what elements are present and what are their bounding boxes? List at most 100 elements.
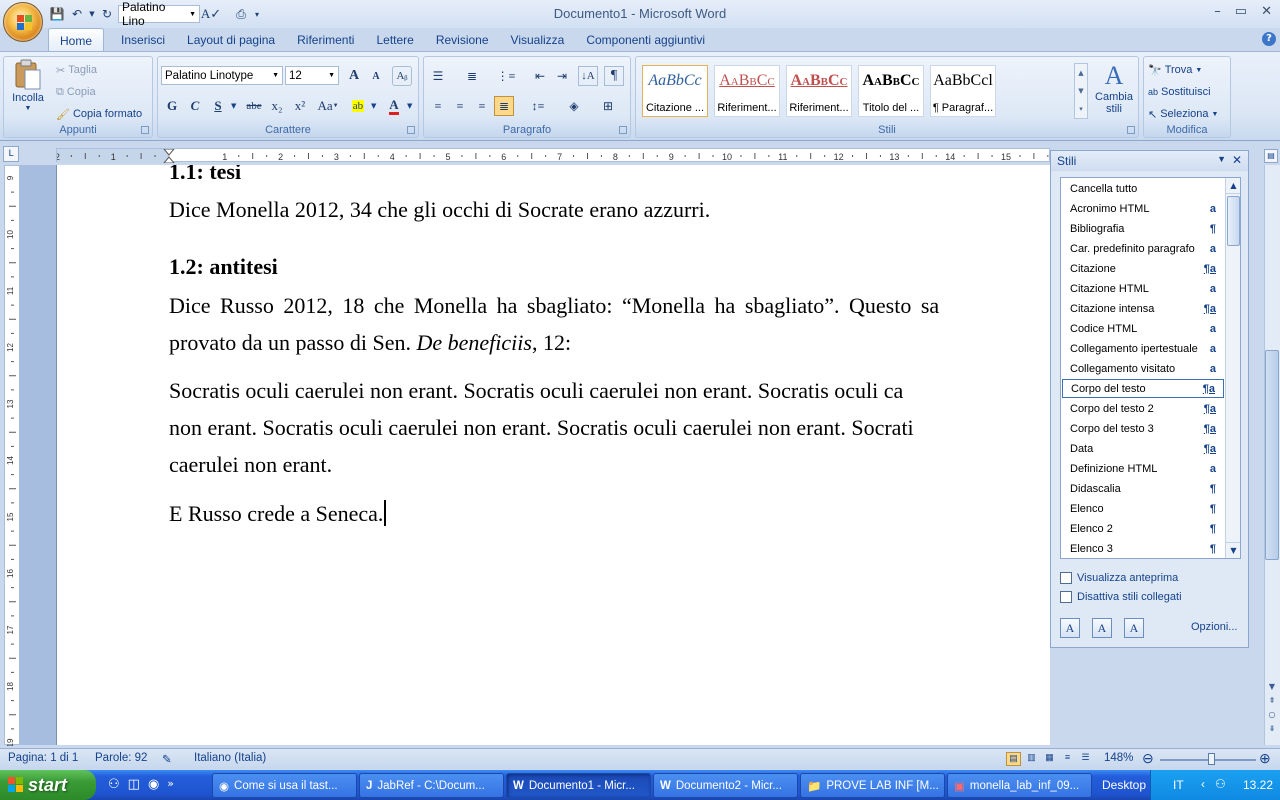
style-list-item[interactable]: Collegamento ipertestuale a — [1062, 339, 1224, 358]
pane-close-icon[interactable]: ✕ — [1232, 153, 1242, 167]
paragraph-1[interactable]: Dice Monella 2012, 34 che gli occhi di S… — [169, 197, 710, 223]
preview-checkbox-row[interactable]: Visualizza anteprima — [1060, 572, 1178, 584]
style-tile-1[interactable]: AaBbCc Citazione ... — [642, 65, 708, 117]
tab-mailings[interactable]: Lettere — [365, 28, 424, 52]
new-style-icon[interactable]: A — [1060, 618, 1080, 638]
draft-icon[interactable]: ☰ — [1078, 752, 1093, 766]
clear-formatting-icon[interactable]: Aᵦ — [392, 66, 412, 86]
quote-line-1[interactable]: Socratis oculi caerulei non erant. Socra… — [169, 378, 903, 404]
superscript-button[interactable]: x² — [290, 96, 310, 116]
print-layout-icon[interactable]: ▤ — [1006, 752, 1021, 766]
style-tile-2[interactable]: AaBbCc Riferiment... — [714, 65, 780, 117]
borders-icon[interactable]: ⊞ — [594, 96, 622, 116]
decrease-indent-icon[interactable]: ⇤ — [530, 66, 550, 86]
redo-icon[interactable]: ↻ — [98, 5, 116, 23]
style-tile-3[interactable]: AaBbCc Riferiment... — [786, 65, 852, 117]
taskbar-item-word-1[interactable]: W Documento1 - Micr... — [506, 773, 651, 798]
align-left-icon[interactable]: ≡ — [428, 96, 448, 116]
full-screen-icon[interactable]: ▥ — [1024, 752, 1039, 766]
change-styles-button[interactable]: A Cambia stili — [1092, 61, 1136, 123]
paragraph-3[interactable]: E Russo crede a Seneca. — [169, 500, 387, 527]
disable-linked-checkbox[interactable] — [1060, 591, 1072, 603]
zoom-level[interactable]: 148% — [1104, 752, 1133, 764]
pane-menu-icon[interactable]: ▼ — [1217, 154, 1226, 164]
start-button[interactable]: start — [0, 770, 96, 800]
zoom-out-icon[interactable]: ⊖ — [1142, 750, 1154, 767]
style-list-item[interactable]: Didascalia ¶ — [1062, 479, 1224, 498]
style-list-item[interactable]: Elenco 3 ¶ — [1062, 539, 1224, 558]
tray-expand-icon[interactable]: ‹ — [1201, 777, 1205, 791]
taskbar-item-pdf[interactable]: ▣ monella_lab_inf_09... — [947, 773, 1092, 798]
next-page-icon[interactable]: ⇟ — [1265, 722, 1279, 736]
paragraph-2-line-2[interactable]: provato da un passo di Sen. De beneficii… — [169, 330, 571, 356]
subscript-button[interactable]: x₂ — [267, 96, 287, 116]
minimize-button[interactable]: – — [1214, 4, 1221, 19]
language-bar[interactable]: IT — [1173, 778, 1184, 792]
desktop-toolbar[interactable]: Desktop — [1102, 778, 1146, 792]
horizontal-ruler[interactable]: 2 1 1 2 3 4 5 6 7 8 9 10 11 12 13 14 15 — [56, 148, 1050, 163]
style-list-item[interactable]: Definizione HTML a — [1062, 459, 1224, 478]
expand-icon[interactable]: » — [167, 777, 174, 792]
prev-page-icon[interactable]: ⇞ — [1265, 694, 1279, 708]
font-color-button[interactable]: A — [384, 96, 404, 116]
font-name-combo[interactable]: Palatino Linotype ▼ — [161, 66, 283, 85]
select-button[interactable]: ↖ Seleziona ▼ — [1148, 104, 1218, 124]
styles-list-thumb[interactable] — [1227, 196, 1240, 246]
outline-icon[interactable]: ≡ — [1060, 752, 1075, 766]
style-list-item[interactable]: Codice HTML a — [1062, 319, 1224, 338]
styles-launcher-icon[interactable] — [1127, 126, 1135, 134]
customize-qat-icon[interactable]: ▾ — [252, 5, 262, 23]
style-list-item[interactable]: Cancella tutto — [1062, 179, 1224, 198]
scrollbar-thumb[interactable] — [1265, 350, 1279, 560]
find-button[interactable]: 🔭 Trova ▼ — [1148, 60, 1202, 80]
style-list-item[interactable]: Car. predefinito paragrafo a — [1062, 239, 1224, 258]
font-launcher-icon[interactable] — [407, 126, 415, 134]
justify-icon[interactable]: ≣ — [494, 96, 514, 116]
tab-view[interactable]: Visualizza — [500, 28, 576, 52]
disable-linked-row[interactable]: Disattiva stili collegati — [1060, 591, 1182, 603]
tab-addins[interactable]: Componenti aggiuntivi — [575, 28, 716, 52]
style-list-item[interactable]: Citazione ¶a — [1062, 259, 1224, 278]
style-list-item[interactable]: Bibliografia ¶ — [1062, 219, 1224, 238]
style-list-item[interactable]: Corpo del testo 3 ¶a — [1062, 419, 1224, 438]
dropdown-arrow-icon[interactable]: ▼ — [88, 5, 96, 23]
underline-dropdown-icon[interactable]: ▼ — [231, 102, 236, 110]
highlight-dropdown-icon[interactable]: ▼ — [371, 102, 376, 110]
zoom-slider-thumb[interactable] — [1208, 753, 1215, 765]
print-preview-icon[interactable]: ⎙ — [232, 5, 250, 23]
word-count[interactable]: Parole: 92 — [95, 752, 147, 764]
heading-antithesis[interactable]: 1.2: antitesi — [169, 254, 278, 280]
style-inspector-icon[interactable]: A — [1092, 618, 1112, 638]
page-count[interactable]: Pagina: 1 di 1 — [8, 752, 78, 764]
styles-list-scrollbar[interactable]: ▲ ▼ — [1225, 178, 1240, 558]
increase-indent-icon[interactable]: ⇥ — [552, 66, 572, 86]
app-icon[interactable]: ◫ — [128, 777, 140, 792]
document-page[interactable]: 1.1: tesi Dice Monella 2012, 34 che gli … — [56, 165, 1050, 745]
paragraph-launcher-icon[interactable] — [619, 126, 627, 134]
scroll-down-icon[interactable]: ▼ — [1265, 680, 1279, 694]
style-list-item[interactable]: Elenco ¶ — [1062, 499, 1224, 518]
undo-icon[interactable]: ↶ — [68, 5, 86, 23]
browse-object-icon[interactable]: ○ — [1265, 708, 1279, 722]
sort-icon[interactable]: ↓A — [578, 66, 598, 86]
office-button[interactable] — [3, 2, 43, 42]
close-button[interactable]: ✕ — [1261, 4, 1272, 19]
quote-line-3[interactable]: caerulei non erant. — [169, 452, 332, 478]
scroll-down-icon-2[interactable]: ▼ — [1226, 542, 1240, 558]
style-list-item[interactable]: Data ¶a — [1062, 439, 1224, 458]
proofing-icon[interactable]: ✎ — [162, 752, 172, 766]
quote-line-2[interactable]: non erant. Socratis oculi caerulei non e… — [169, 415, 914, 441]
tab-home[interactable]: Home — [48, 28, 105, 52]
taskbar-item-word-2[interactable]: W Documento2 - Micr... — [653, 773, 798, 798]
copy-button[interactable]: ⧉ Copia — [56, 82, 96, 102]
strikethrough-button[interactable]: abe — [244, 96, 264, 116]
style-list-item[interactable]: Citazione intensa ¶a — [1062, 299, 1224, 318]
tab-selector-icon[interactable]: L — [3, 146, 19, 162]
options-link[interactable]: Opzioni... — [1191, 621, 1237, 633]
shading-icon[interactable]: ◈ — [560, 96, 588, 116]
tray-network-icon[interactable]: ⚇ — [1215, 777, 1226, 791]
replace-button[interactable]: ab Sostituisci — [1148, 82, 1211, 102]
style-list-item[interactable]: Collegamento visitato a — [1062, 359, 1224, 378]
numbering-icon[interactable]: ≣ — [462, 66, 482, 86]
taskbar-item-jabref[interactable]: J JabRef - C:\Docum... — [359, 773, 504, 798]
